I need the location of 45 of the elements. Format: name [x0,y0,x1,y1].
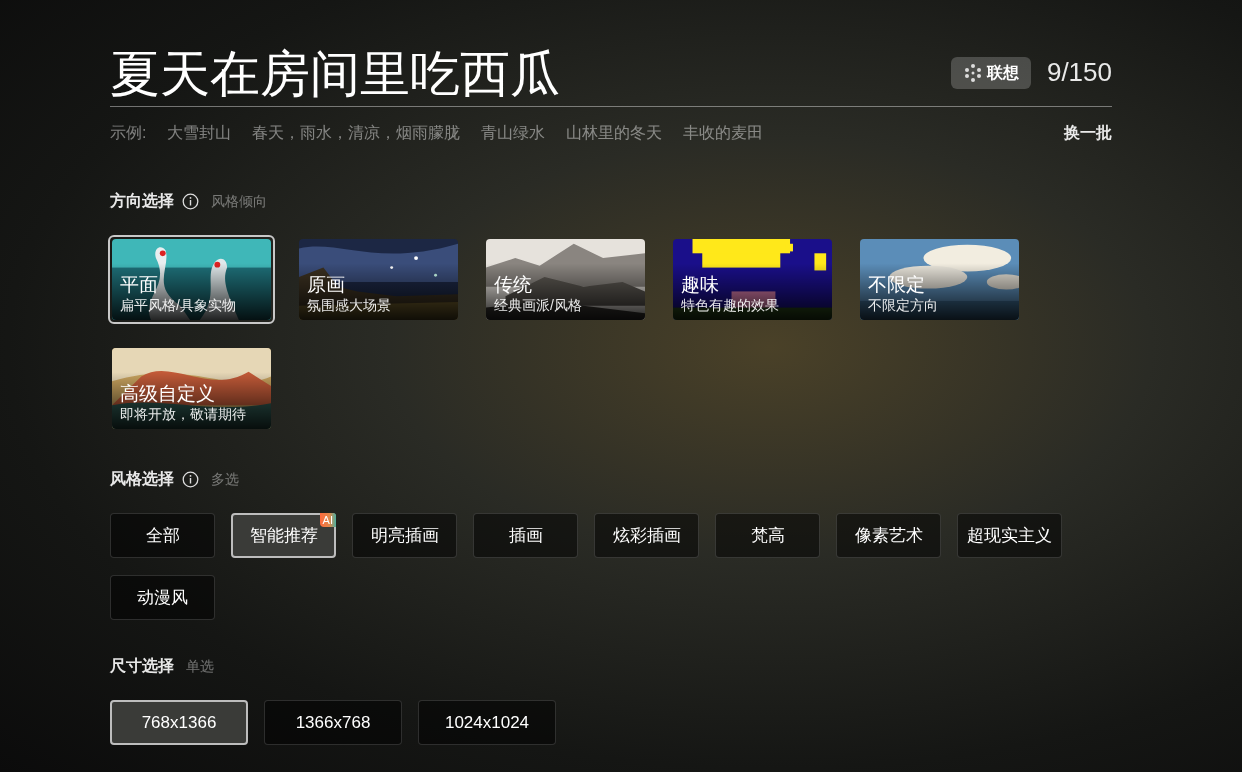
style-option[interactable]: 动漫风 [110,575,215,620]
direction-card[interactable]: 原画 氛围感大场景 [295,235,462,324]
examples-label: 示例: [110,123,147,143]
example-link[interactable]: 春天，雨水，清凉，烟雨朦胧 [252,121,461,145]
style-option[interactable]: 明亮插画 [352,513,457,558]
example-link[interactable]: 丰收的麦田 [683,121,764,145]
direction-card[interactable]: 平面 扁平风格/具象实物 [108,235,275,324]
size-option[interactable]: 768x1366 [110,700,248,745]
card-subtitle: 不限定方向 [868,296,938,314]
section-hint: 多选 [211,469,239,489]
direction-card[interactable]: 传统 经典画派/风格 [482,235,649,324]
size-option[interactable]: 1024x1024 [418,700,556,745]
prompt-title[interactable]: 夏天在房间里吃西瓜 [110,44,560,104]
section-heading: 方向选择 [110,191,174,211]
card-title: 原画 [307,274,346,296]
refresh-link[interactable]: 换一批 [1064,121,1112,145]
style-option[interactable]: 超现实主义 [957,513,1062,558]
style-option[interactable]: 智能推荐 AI [231,513,336,558]
style-option[interactable]: 全部 [110,513,215,558]
card-title: 平面 [120,274,159,296]
section-hint: 单选 [186,656,214,676]
direction-card[interactable]: 趣味 特色有趣的效果 [669,235,836,324]
example-link[interactable]: 大雪封山 [167,121,232,145]
style-option[interactable]: 炫彩插画 [594,513,699,558]
card-subtitle: 氛围感大场景 [307,296,391,314]
associate-button[interactable]: 联想 [950,56,1031,89]
card-subtitle: 特色有趣的效果 [681,296,779,314]
card-title: 高级自定义 [120,383,216,405]
card-subtitle: 扁平风格/具象实物 [120,296,236,314]
card-subtitle: 经典画派/风格 [494,296,582,314]
example-link[interactable]: 山林里的冬天 [566,121,663,145]
style-option[interactable]: 像素艺术 [836,513,941,558]
ai-badge: AI [319,513,336,527]
style-option[interactable]: 插画 [473,513,578,558]
direction-card[interactable]: 高级自定义 即将开放，敬请期待 [108,344,275,433]
card-title: 趣味 [681,274,720,296]
section-heading: 尺寸选择 [110,656,174,676]
style-option[interactable]: 梵高 [715,513,820,558]
section-heading: 风格选择 [110,469,174,489]
character-counter: 9/150 [1046,56,1112,89]
example-link[interactable]: 青山绿水 [481,121,546,145]
size-option[interactable]: 1366x768 [264,700,402,745]
card-subtitle: 即将开放，敬请期待 [120,405,246,423]
section-hint: 风格倾向 [211,191,267,211]
card-title: 传统 [494,274,533,296]
